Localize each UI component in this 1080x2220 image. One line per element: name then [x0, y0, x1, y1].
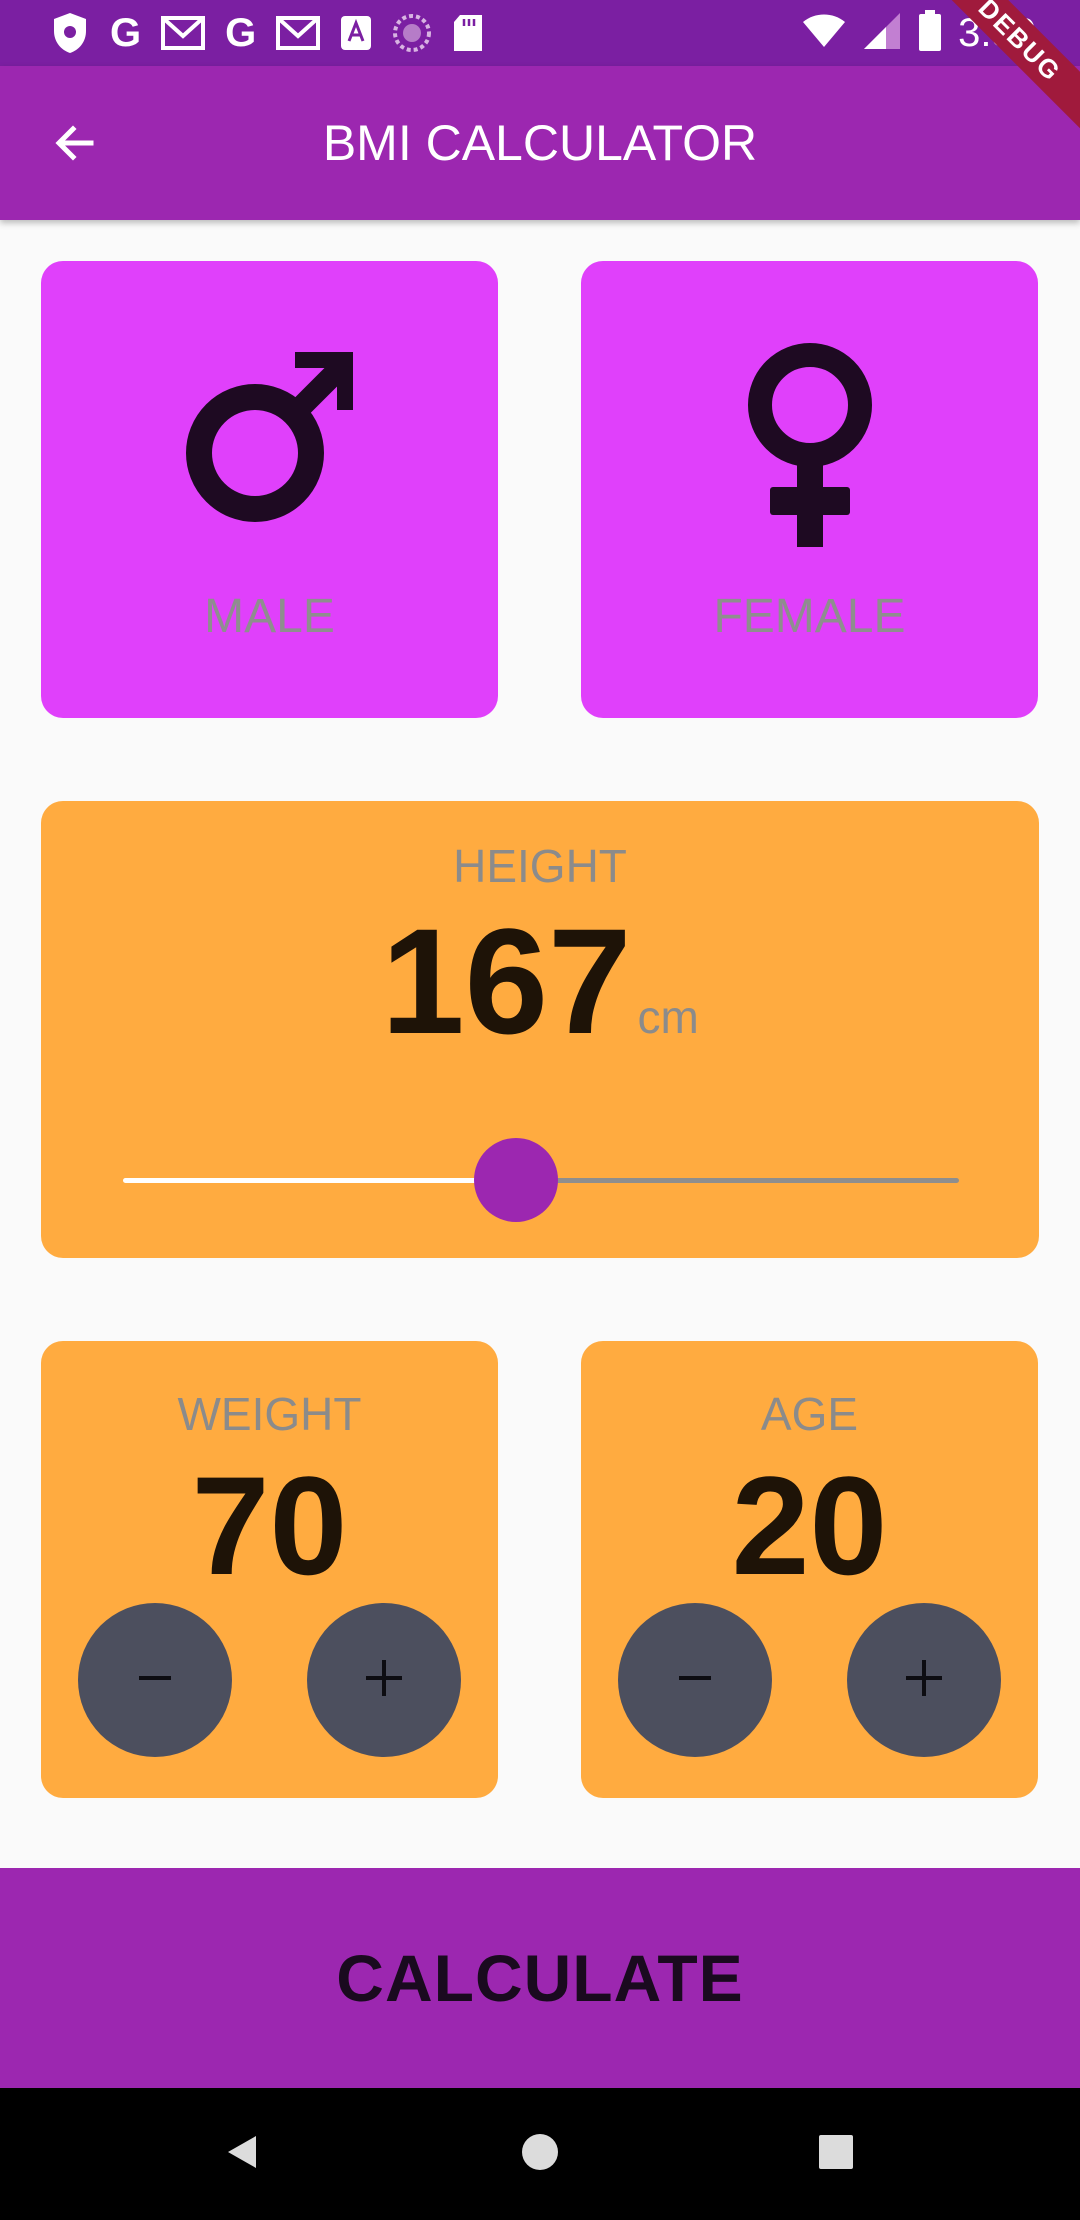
male-label: MALE — [204, 590, 335, 643]
google-icon: G — [110, 10, 142, 55]
weight-card: WEIGHT 70 — [41, 1341, 498, 1798]
nav-recents-icon — [816, 2132, 856, 2177]
debug-banner-container: DEBUG — [930, 0, 1080, 150]
age-label: AGE — [760, 1388, 859, 1440]
slider-thumb[interactable] — [474, 1138, 558, 1222]
age-card: AGE 20 — [581, 1341, 1038, 1798]
calculate-button[interactable]: CALCULATE — [0, 1868, 1080, 2088]
male-card[interactable]: MALE — [41, 261, 498, 718]
gmail-icon — [161, 10, 206, 56]
slider-track-inactive[interactable] — [516, 1178, 959, 1183]
age-plus-button[interactable] — [847, 1603, 1001, 1757]
page-title: BMI CALCULATOR — [322, 115, 758, 171]
text-badge-icon — [340, 10, 372, 56]
debug-banner: DEBUG — [930, 0, 1080, 139]
minus-icon — [135, 1658, 175, 1703]
wifi-icon — [802, 13, 846, 54]
minus-icon — [675, 1658, 715, 1703]
height-value-row: 167 cm — [41, 906, 1039, 1056]
weight-value: 70 — [191, 1447, 348, 1604]
status-bar: G G 3:30 — [0, 0, 1080, 66]
height-unit: cm — [637, 991, 699, 1043]
female-label: FEMALE — [713, 590, 906, 643]
status-bar-notification-icons: G G — [50, 10, 484, 56]
nav-home-button[interactable] — [510, 2124, 570, 2184]
system-nav-bar — [0, 2088, 1080, 2220]
sd-card-icon — [452, 10, 484, 56]
female-card[interactable]: FEMALE — [581, 261, 1038, 718]
weight-label: WEIGHT — [177, 1388, 362, 1440]
signal-icon — [862, 11, 902, 56]
nav-back-button[interactable] — [212, 2124, 272, 2184]
male-symbol-icon — [41, 341, 498, 531]
gmail-icon — [276, 10, 321, 56]
nav-home-icon — [520, 2132, 560, 2177]
height-label: HEIGHT — [453, 840, 627, 892]
plus-icon — [364, 1658, 404, 1703]
weight-plus-button[interactable] — [307, 1603, 461, 1757]
female-symbol-icon — [581, 341, 1038, 551]
plus-icon — [904, 1658, 944, 1703]
google-icon: G — [225, 10, 257, 55]
slider-track-active[interactable] — [123, 1178, 516, 1183]
weight-minus-button[interactable] — [78, 1603, 232, 1757]
age-value: 20 — [731, 1447, 888, 1604]
height-card: HEIGHT 167 cm — [41, 801, 1039, 1258]
nav-recents-button[interactable] — [806, 2124, 866, 2184]
calculate-label: CALCULATE — [336, 1941, 744, 2015]
height-value: 167 — [381, 897, 632, 1065]
nav-back-icon — [222, 2132, 262, 2177]
height-slider[interactable] — [123, 1138, 959, 1222]
shield-icon — [50, 10, 90, 56]
age-minus-button[interactable] — [618, 1603, 772, 1757]
app-bar: BMI CALCULATOR — [0, 66, 1080, 220]
sync-icon — [392, 10, 432, 56]
